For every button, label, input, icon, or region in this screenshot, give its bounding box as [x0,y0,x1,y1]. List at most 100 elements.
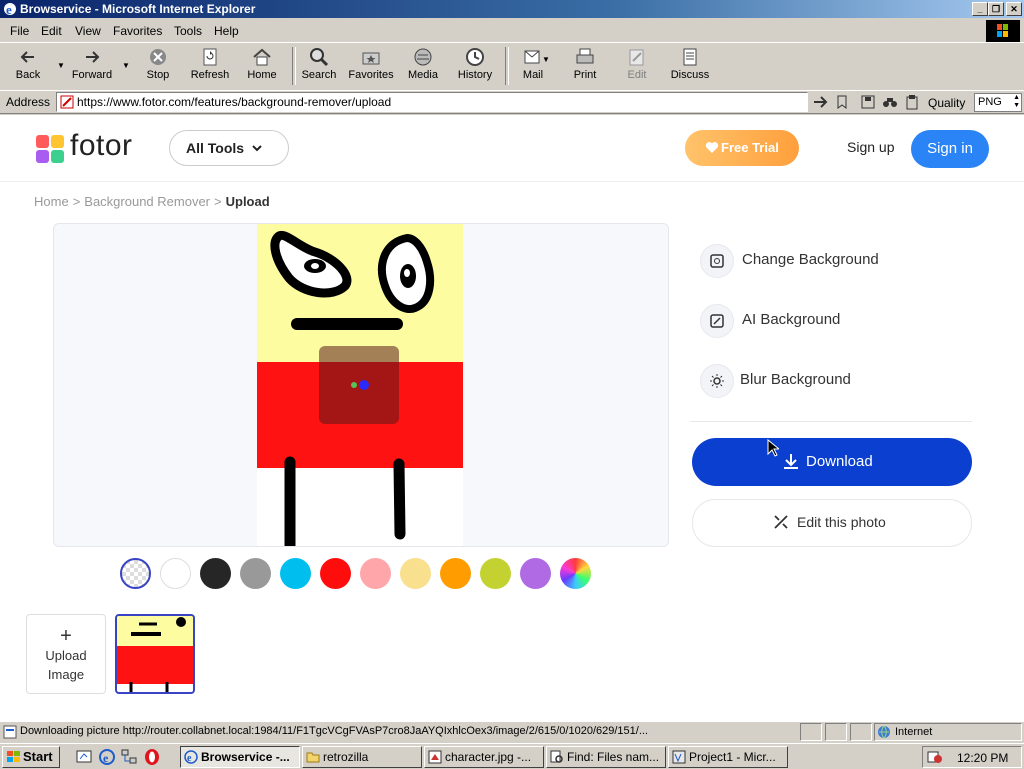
clock[interactable]: 12:20 PM [957,751,1008,765]
swatch-black[interactable] [200,558,231,589]
task-project1[interactable]: Project1 - Micr... [668,746,788,768]
menu-edit[interactable]: Edit [41,24,62,38]
discuss-button[interactable]: Discuss [670,47,710,87]
search-button[interactable]: Search [300,47,338,87]
status-text: Downloading picture http://router.collab… [20,725,648,737]
menu-bar: File Edit View Favorites Tools Help [0,20,1024,40]
menu-favorites[interactable]: Favorites [113,24,162,38]
swatch-gray[interactable] [240,558,271,589]
all-tools-button[interactable]: All Tools [169,130,289,166]
sign-up-link[interactable]: Sign up [847,139,894,155]
address-input[interactable]: https://www.fotor.com/features/backgroun… [56,92,808,112]
start-button[interactable]: Start [2,746,60,768]
forward-button[interactable]: Forward [70,47,114,87]
tools-icon [774,515,788,529]
task-character-jpg[interactable]: character.jpg -... [424,746,544,768]
svg-text:e: e [103,751,109,765]
quality-select[interactable]: PNG ▲ ▼ [974,93,1022,112]
status-pane [800,723,822,741]
site-header: fotor All Tools Free Trial Sign up Sign … [0,115,1024,182]
history-button[interactable]: History [454,47,496,87]
save-page-icon[interactable] [860,94,876,110]
home-icon [253,48,271,66]
image-thumbnail[interactable] [115,614,195,694]
menu-file[interactable]: File [10,24,29,38]
swatch-purple[interactable] [520,558,551,589]
menu-tools[interactable]: Tools [174,24,202,38]
status-pane [850,723,872,741]
stop-button[interactable]: Stop [141,47,175,87]
quality-value: PNG [978,96,1002,108]
swatch-pink[interactable] [360,558,391,589]
find-icon [550,750,563,763]
web-page: fotor All Tools Free Trial Sign up Sign … [0,115,1024,721]
download-button[interactable]: Download [692,438,972,486]
svg-text:e: e [6,2,12,17]
windows-logo-icon [986,20,1020,42]
fotor-logo-icon [36,135,64,163]
visual-basic-icon [672,750,686,764]
stop-icon [150,49,166,65]
upload-image-button[interactable]: + Upload Image [26,614,106,694]
task-browservice[interactable]: e Browservice -... [180,746,300,768]
heart-icon [705,142,719,153]
swatch-light-yellow[interactable] [400,558,431,589]
swatch-cyan[interactable] [280,558,311,589]
ie-icon: e [4,2,16,17]
free-trial-button[interactable]: Free Trial [685,130,799,166]
fotor-logo[interactable]: fotor [70,129,133,163]
page-loading-icon [3,725,17,739]
breadcrumb-current: Upload [225,194,270,209]
breadcrumb: Home > Background Remover > Upload [34,194,270,209]
breadcrumb-background-remover[interactable]: Background Remover [84,194,210,209]
edit-button[interactable]: Edit [624,47,650,87]
ie-icon: e [184,750,198,764]
swatch-lime[interactable] [480,558,511,589]
quality-spinner-icon[interactable]: ▲ ▼ [1013,94,1020,110]
free-trial-label: Free Trial [721,140,779,155]
back-dropdown-icon[interactable]: ▼ [57,61,65,70]
find-binoculars-icon[interactable] [882,94,898,110]
task-find-files[interactable]: Find: Files nam... [546,746,666,768]
back-button[interactable]: Back [10,47,46,87]
plus-icon: + [60,625,72,647]
home-button[interactable]: Home [244,47,280,87]
edit-this-photo-button[interactable]: Edit this photo [692,499,972,547]
show-desktop-icon[interactable] [76,749,92,765]
mail-button[interactable]: Mail [518,47,548,87]
media-button[interactable]: Media [404,47,442,87]
swatch-red[interactable] [320,558,351,589]
favorites-button[interactable]: Favorites [346,47,396,87]
scheduler-tray-icon[interactable] [927,749,943,765]
windows-flag-icon [7,751,20,762]
menu-help[interactable]: Help [214,24,239,38]
address-label: Address [6,95,51,109]
mail-dropdown-icon[interactable]: ▼ [542,55,550,64]
swatch-transparent[interactable] [120,558,151,589]
print-button[interactable]: Print [570,47,600,87]
image-preview-canvas[interactable] [53,223,669,547]
go-arrow-icon[interactable] [812,94,830,110]
swatch-custom-color[interactable] [560,558,591,589]
forward-arrow-icon [86,51,100,63]
breadcrumb-home[interactable]: Home [34,194,69,209]
minimize-button[interactable]: _ [972,2,988,16]
ie-quicklaunch-icon[interactable]: e [98,748,116,766]
globe-icon [878,725,890,739]
task-retrozilla[interactable]: retrozilla [302,746,422,768]
mouse-cursor-icon [767,439,779,457]
swatch-white[interactable] [160,558,191,589]
sign-in-button[interactable]: Sign in [911,130,989,168]
breadcrumb-separator: > [72,194,81,209]
menu-view[interactable]: View [75,24,101,38]
bookmark-icon[interactable] [834,94,850,110]
folder-icon [306,752,320,763]
swatch-orange[interactable] [440,558,471,589]
network-quicklaunch-icon[interactable] [120,748,138,766]
opera-quicklaunch-icon[interactable] [143,748,161,766]
close-button[interactable]: ✕ [1006,2,1022,16]
restore-button[interactable]: ❐ [988,2,1004,16]
refresh-button[interactable]: Refresh [188,47,232,87]
forward-dropdown-icon[interactable]: ▼ [122,61,130,70]
clipboard-icon[interactable] [904,94,920,110]
